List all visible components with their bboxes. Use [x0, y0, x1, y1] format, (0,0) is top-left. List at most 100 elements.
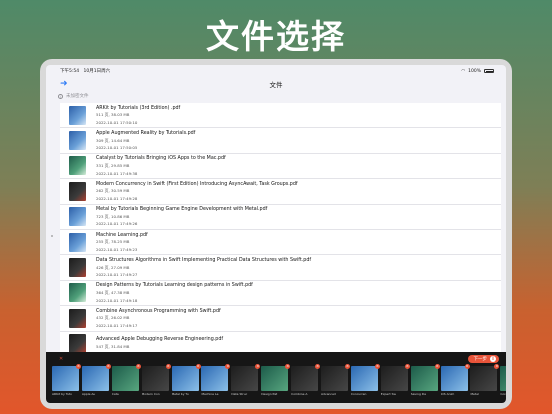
file-info: 432 页, 26.02 MB — [96, 315, 130, 321]
tray-thumbnail — [321, 366, 349, 391]
nav-title: 文件 — [269, 81, 283, 89]
next-button[interactable]: 下一步 0 — [467, 355, 499, 363]
side-indicator-dot — [51, 235, 53, 237]
file-name: Machine Learning.pdf — [96, 232, 148, 238]
wifi-icon: ◠ — [461, 68, 466, 74]
remove-icon[interactable]: × — [374, 364, 380, 369]
file-date: 2022-10-01 17:49:17 — [96, 322, 138, 328]
pdf-thumbnail — [69, 105, 86, 125]
selection-tray: ✕ 下一步 0 × ARKit by Tuto × Apple Au × Cata × Mod… — [46, 352, 506, 403]
remove-icon[interactable]: × — [195, 364, 201, 369]
file-row[interactable]: Metal by Tutorials Beginning Game Engine… — [60, 204, 501, 230]
file-name: Catalyst by Tutorials Bringing iOS Apps … — [96, 156, 226, 162]
tray-item-label: ARKit by Tuto — [52, 392, 72, 396]
battery-icon — [484, 69, 494, 73]
tray-item[interactable]: × iOS Anim — [440, 364, 470, 396]
tray-item-label: Data Struc — [231, 392, 248, 396]
tray-item-label: Machine Le — [201, 392, 219, 396]
tray-item[interactable]: × Expert Sw — [380, 364, 410, 396]
tray-item[interactable]: × ARKit by Tuto — [52, 364, 81, 396]
file-row[interactable]: Combine Asynchronous Programming with Sw… — [60, 306, 501, 332]
remove-icon[interactable]: × — [494, 364, 500, 369]
file-name: Advanced Apple Debugging Reverse Enginee… — [96, 337, 224, 343]
tray-item[interactable]: × Combine A — [291, 364, 321, 396]
file-name: Modern Concurrency in Swift (First Editi… — [96, 181, 298, 187]
file-meta: Machine Learning.pdf 255 页, 78.25 MB 2022-… — [96, 233, 148, 252]
pdf-thumbnail — [69, 334, 86, 354]
file-info: 255 页, 78.25 MB — [96, 239, 130, 245]
file-info: 364 页, 47.38 MB — [96, 289, 130, 295]
file-date: 2022-10-01 17:49:38 — [96, 170, 138, 176]
file-name: ARKit by Tutorials (3rd Edition) .pdf — [96, 105, 181, 111]
tray-items: × ARKit by Tuto × Apple Au × Cata × Modern Con ×… — [52, 364, 506, 396]
file-info: 723 页, 10.86 MB — [96, 213, 130, 219]
page-headline: 文件选择 — [206, 17, 346, 56]
file-name: Combine Asynchronous Programming with Sw… — [96, 308, 221, 314]
pdf-thumbnail — [69, 131, 86, 151]
tray-thumbnail — [350, 366, 378, 391]
tray-item-label: Modern Con — [141, 392, 160, 396]
navigation-bar: ➜ 文件 — [46, 77, 506, 91]
remove-icon[interactable]: × — [464, 364, 470, 369]
tray-thumbnail — [440, 366, 468, 391]
file-info: 309 页, 14.64 MB — [96, 137, 130, 143]
file-meta: ARKit by Tutorials (3rd Edition) .pdf 511… — [96, 106, 180, 125]
tray-thumbnail — [470, 366, 498, 391]
file-row[interactable]: Modern Concurrency in Swift (First Editi… — [60, 179, 501, 205]
tray-thumbnail — [141, 366, 169, 391]
tray-item-label: Saving Da — [410, 392, 426, 396]
tray-item[interactable]: × Apple Au — [81, 364, 111, 396]
remove-icon[interactable]: × — [105, 364, 111, 369]
back-arrow-icon[interactable]: ➜ — [60, 79, 68, 89]
tray-item[interactable]: × Saving Da — [410, 364, 440, 396]
remove-icon[interactable]: × — [135, 364, 141, 369]
next-button-label: 下一步 — [473, 357, 488, 362]
battery-percent: 100% — [468, 68, 481, 74]
tray-item[interactable]: ×Core Data — [500, 366, 506, 396]
tray-item[interactable]: × Concurren — [350, 364, 380, 396]
remove-icon[interactable]: × — [165, 364, 171, 369]
tray-thumbnail — [111, 366, 139, 391]
file-row[interactable]: Data Structures Algorithms in Swift Impl… — [60, 255, 501, 281]
file-meta: Design Patterns by Tutorials Learning de… — [96, 283, 253, 302]
pdf-thumbnail — [69, 156, 86, 176]
file-info: 511 页, 38.03 MB — [96, 112, 130, 118]
tray-item-label: Metal by Tu — [171, 392, 189, 396]
remove-icon[interactable]: × — [285, 364, 291, 369]
tray-item-label: Core Data — [500, 392, 506, 396]
remove-icon[interactable]: × — [434, 364, 440, 369]
remove-icon[interactable]: × — [404, 364, 410, 369]
remove-icon[interactable]: × — [255, 364, 261, 369]
close-icon[interactable]: ✕ — [59, 356, 63, 362]
file-row[interactable]: Apple Augmented Reality by Tutorials.pdf… — [60, 128, 501, 154]
tray-thumbnail — [81, 366, 109, 391]
remove-icon[interactable]: × — [225, 364, 231, 369]
file-row[interactable]: ARKit by Tutorials (3rd Edition) .pdf 511… — [60, 103, 501, 129]
info-icon: i — [58, 93, 63, 99]
tray-item[interactable]: × Modern Con — [141, 364, 171, 396]
tray-item[interactable]: × Advanced — [321, 364, 351, 396]
hint-label: 未加密文件 — [66, 94, 89, 99]
file-meta: Catalyst by Tutorials Bringing iOS Apps … — [96, 156, 226, 175]
tray-item[interactable]: × Design Pat — [261, 364, 291, 396]
file-row[interactable]: Machine Learning.pdf 255 页, 78.25 MB 2022-… — [60, 229, 501, 256]
file-date: 2022-10-01 17:49:27 — [96, 272, 138, 278]
tray-thumbnail — [410, 366, 438, 391]
remove-icon[interactable]: × — [315, 364, 321, 369]
tray-item[interactable]: × Cata — [111, 364, 141, 396]
file-row[interactable]: Design Patterns by Tutorials Learning de… — [60, 280, 501, 307]
tray-thumbnail — [201, 366, 229, 391]
remove-icon[interactable]: × — [76, 364, 81, 369]
file-info: 547 页, 31.84 MB — [96, 344, 130, 349]
file-row[interactable]: Catalyst by Tutorials Bringing iOS Apps … — [60, 153, 501, 180]
tray-item[interactable]: × Metal — [470, 364, 500, 396]
tray-item-label: Apple Au — [81, 392, 96, 396]
remove-icon[interactable]: × — [345, 364, 351, 369]
tray-item[interactable]: × Machine Le — [201, 364, 231, 396]
tray-item[interactable]: × Data Struc — [231, 364, 261, 396]
tray-item[interactable]: × Metal by Tu — [171, 364, 201, 396]
tray-item-label: iOS Anim — [440, 392, 455, 396]
tray-item-label: Design Pat — [261, 392, 278, 396]
tray-item-label: Expert Sw — [380, 392, 396, 396]
pdf-thumbnail — [69, 308, 86, 328]
